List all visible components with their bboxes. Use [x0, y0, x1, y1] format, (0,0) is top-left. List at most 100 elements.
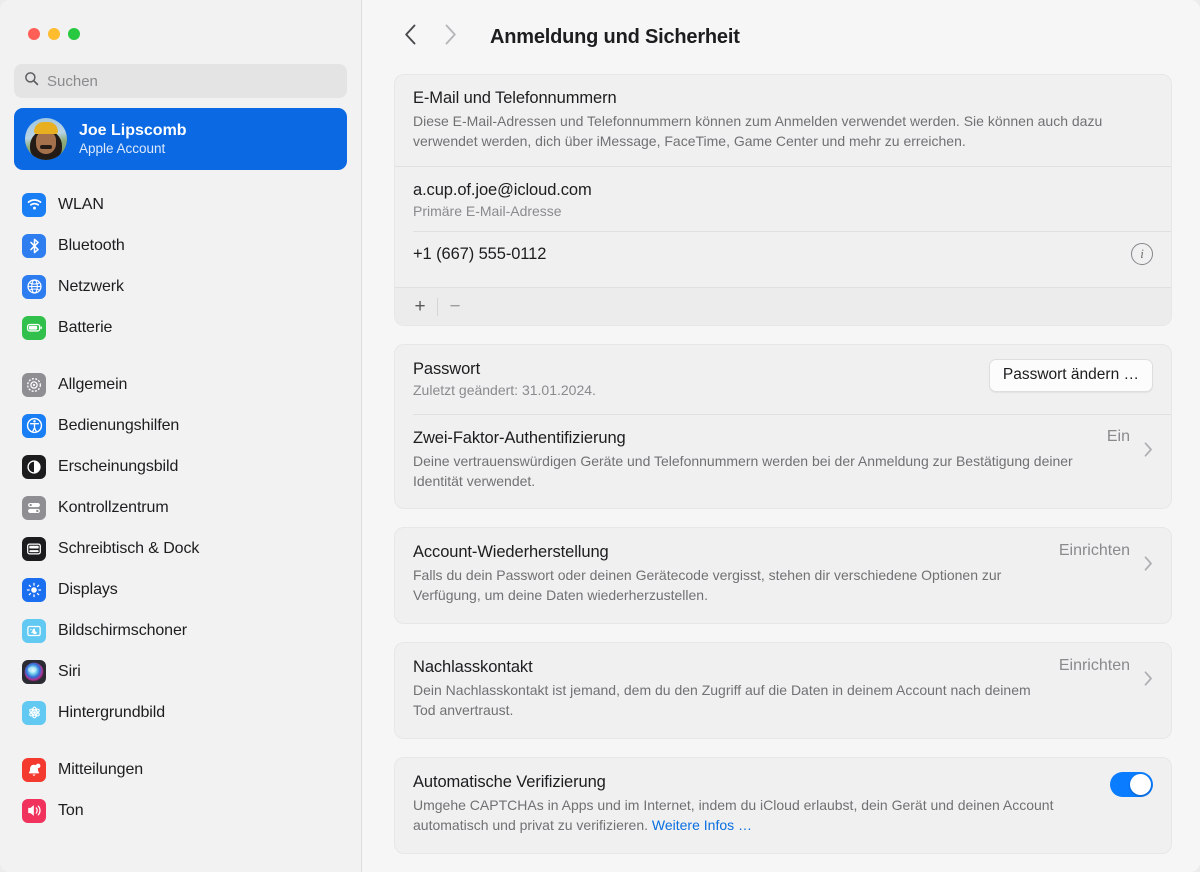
- sidebar-item-erscheinungsbild[interactable]: Erscheinungsbild: [14, 446, 347, 487]
- gear-icon: [22, 373, 46, 397]
- change-password-button[interactable]: Passwort ändern …: [989, 359, 1153, 392]
- info-icon[interactable]: i: [1131, 243, 1153, 265]
- email-phone-card: E-Mail und Telefonnummern Diese E-Mail-A…: [394, 74, 1172, 326]
- window-controls: [0, 0, 361, 40]
- sidebar-item-label: Schreibtisch & Dock: [58, 540, 199, 558]
- sidebar-item-bedienungshilfen[interactable]: Bedienungshilfen: [14, 405, 347, 446]
- desktop-dock-icon: [22, 537, 46, 561]
- sidebar-item-allgemein[interactable]: Allgemein: [14, 364, 347, 405]
- sidebar-item-label: Mitteilungen: [58, 761, 143, 779]
- two-factor-status: Ein: [1107, 428, 1130, 446]
- toolbar: Anmeldung und Sicherheit: [362, 0, 1200, 74]
- legacy-contact-title: Nachlasskontakt: [413, 657, 1043, 678]
- close-window-button[interactable]: [28, 28, 40, 40]
- display-brightness-icon: [22, 578, 46, 602]
- email-card-header: E-Mail und Telefonnummern Diese E-Mail-A…: [395, 75, 1171, 166]
- minimize-window-button[interactable]: [48, 28, 60, 40]
- sidebar-item-label: WLAN: [58, 196, 104, 214]
- search-icon: [24, 71, 39, 91]
- toggle-knob: [1130, 774, 1151, 795]
- auto-verification-card: Automatische Verifizierung Umgehe CAPTCH…: [394, 757, 1172, 854]
- email-address-label: Primäre E-Mail-Adresse: [413, 202, 1153, 221]
- sidebar-nav: WLAN Bluetooth: [0, 184, 361, 831]
- sidebar-item-label: Erscheinungsbild: [58, 458, 178, 476]
- sidebar-item-hintergrundbild[interactable]: Hintergrundbild: [14, 692, 347, 733]
- account-recovery-card[interactable]: Account-Wiederherstellung Falls du dein …: [394, 527, 1172, 624]
- sidebar-item-label: Netzwerk: [58, 278, 124, 296]
- sidebar-group-network: WLAN Bluetooth: [14, 184, 347, 348]
- control-center-icon: [22, 496, 46, 520]
- notifications-icon: [22, 758, 46, 782]
- auto-verification-toggle[interactable]: [1110, 772, 1153, 797]
- email-entry-row[interactable]: a.cup.of.joe@icloud.com Primäre E-Mail-A…: [395, 167, 1171, 231]
- bluetooth-icon: [22, 234, 46, 258]
- phone-entry-row[interactable]: +1 (667) 555-0112 i: [395, 232, 1171, 287]
- wallpaper-icon: [22, 701, 46, 725]
- siri-icon: [22, 660, 46, 684]
- search-input[interactable]: [47, 73, 337, 90]
- account-recovery-status: Einrichten: [1059, 542, 1130, 560]
- sidebar-item-label: Bluetooth: [58, 237, 125, 255]
- phone-number-value: +1 (667) 555-0112: [413, 244, 546, 265]
- back-button[interactable]: [390, 17, 430, 57]
- battery-icon: [22, 316, 46, 340]
- search-field[interactable]: [14, 64, 347, 98]
- main-content: Anmeldung und Sicherheit E-Mail und Tele…: [362, 0, 1200, 872]
- sidebar-item-label: Allgemein: [58, 376, 127, 394]
- sidebar-item-bluetooth[interactable]: Bluetooth: [14, 225, 347, 266]
- more-info-link[interactable]: Weitere Infos …: [652, 817, 752, 833]
- account-subtitle: Apple Account: [79, 140, 187, 157]
- sidebar-item-schreibtisch-dock[interactable]: Schreibtisch & Dock: [14, 528, 347, 569]
- chevron-right-icon: [444, 24, 457, 50]
- sidebar-item-siri[interactable]: Siri: [14, 651, 347, 692]
- sidebar-item-netzwerk[interactable]: Netzwerk: [14, 266, 347, 307]
- two-factor-row[interactable]: Zwei-Faktor-Authentifizierung Deine vert…: [395, 415, 1171, 508]
- add-entry-button[interactable]: +: [403, 292, 437, 322]
- sidebar-group-alerts: Mitteilungen Ton: [14, 749, 347, 831]
- sidebar-group-system: Allgemein Bedienungshilfen: [14, 364, 347, 733]
- sidebar-item-kontrollzentrum[interactable]: Kontrollzentrum: [14, 487, 347, 528]
- sidebar-item-label: Hintergrundbild: [58, 704, 165, 722]
- appearance-icon: [22, 455, 46, 479]
- sidebar-item-batterie[interactable]: Batterie: [14, 307, 347, 348]
- email-card-title: E-Mail und Telefonnummern: [413, 88, 1153, 109]
- sidebar-item-label: Bildschirmschoner: [58, 622, 187, 640]
- two-factor-title: Zwei-Faktor-Authentifizierung: [413, 428, 1091, 449]
- auto-verification-description: Umgehe CAPTCHAs in Apps und im Internet,…: [413, 795, 1094, 835]
- system-settings-window: Joe Lipscomb Apple Account WLAN: [0, 0, 1200, 872]
- chevron-right-icon[interactable]: [1144, 442, 1153, 460]
- sidebar-item-ton[interactable]: Ton: [14, 790, 347, 831]
- legacy-contact-card[interactable]: Nachlasskontakt Dein Nachlasskontakt ist…: [394, 642, 1172, 739]
- legacy-contact-status: Einrichten: [1059, 657, 1130, 675]
- chevron-right-icon[interactable]: [1144, 671, 1153, 689]
- globe-icon: [22, 275, 46, 299]
- sidebar-item-label: Kontrollzentrum: [58, 499, 169, 517]
- sidebar-item-bildschirmschoner[interactable]: Bildschirmschoner: [14, 610, 347, 651]
- password-title: Passwort: [413, 359, 596, 380]
- two-factor-description: Deine vertrauenswürdigen Geräte und Tele…: [413, 451, 1091, 491]
- accessibility-icon: [22, 414, 46, 438]
- auto-verification-title: Automatische Verifizierung: [413, 772, 1094, 793]
- sidebar-item-mitteilungen[interactable]: Mitteilungen: [14, 749, 347, 790]
- password-row: Passwort Zuletzt geändert: 31.01.2024. P…: [395, 345, 1171, 414]
- remove-entry-button[interactable]: −: [438, 292, 472, 322]
- add-remove-toolbar: + −: [395, 287, 1171, 325]
- sidebar-item-label: Siri: [58, 663, 81, 681]
- sidebar-item-apple-account[interactable]: Joe Lipscomb Apple Account: [14, 108, 347, 170]
- sound-icon: [22, 799, 46, 823]
- avatar: [25, 118, 67, 160]
- wifi-icon: [22, 193, 46, 217]
- sidebar-item-displays[interactable]: Displays: [14, 569, 347, 610]
- forward-button[interactable]: [430, 17, 470, 57]
- page-title: Anmeldung und Sicherheit: [490, 26, 740, 49]
- sidebar-item-wlan[interactable]: WLAN: [14, 184, 347, 225]
- password-card: Passwort Zuletzt geändert: 31.01.2024. P…: [394, 344, 1172, 509]
- sidebar-item-label: Ton: [58, 802, 84, 820]
- screensaver-icon: [22, 619, 46, 643]
- sidebar-item-label: Batterie: [58, 319, 112, 337]
- account-recovery-title: Account-Wiederherstellung: [413, 542, 1043, 563]
- account-recovery-description: Falls du dein Passwort oder deinen Gerät…: [413, 565, 1033, 605]
- chevron-right-icon[interactable]: [1144, 556, 1153, 574]
- maximize-window-button[interactable]: [68, 28, 80, 40]
- sidebar-item-label: Displays: [58, 581, 118, 599]
